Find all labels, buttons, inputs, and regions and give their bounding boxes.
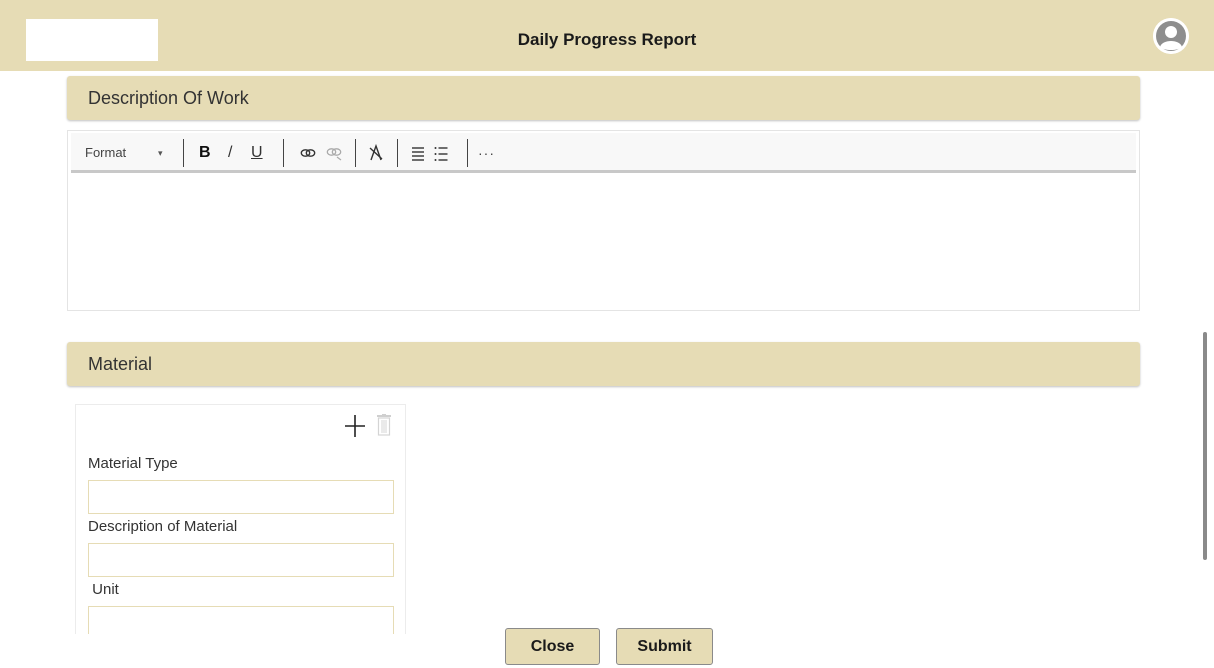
scrollbar-thumb[interactable] — [1203, 332, 1207, 560]
unit-input[interactable] — [88, 606, 394, 634]
format-dropdown[interactable]: Format — [85, 133, 126, 173]
toolbar-divider — [467, 139, 468, 167]
link-icon[interactable] — [299, 133, 317, 173]
editor-content-area[interactable] — [72, 177, 1135, 306]
plus-icon[interactable] — [344, 410, 366, 440]
material-description-label: Description of Material — [88, 518, 238, 535]
bold-button[interactable]: B — [199, 133, 211, 173]
toolbar-divider — [283, 139, 284, 167]
bullet-list-icon[interactable] — [410, 133, 426, 173]
toolbar-divider — [397, 139, 398, 167]
submit-button[interactable]: Submit — [616, 628, 713, 665]
material-description-input[interactable] — [88, 543, 394, 577]
material-type-input[interactable] — [88, 480, 394, 514]
close-button[interactable]: Close — [505, 628, 600, 665]
page-title: Daily Progress Report — [517, 30, 697, 49]
underline-button[interactable]: U — [251, 133, 263, 173]
section-header-material[interactable]: Material — [67, 342, 1140, 386]
material-type-label: Material Type — [88, 455, 178, 472]
top-bar: Daily Progress Report — [0, 0, 1214, 71]
unit-label: Unit — [88, 581, 119, 598]
unlink-icon[interactable] — [325, 133, 343, 173]
more-icon[interactable]: ··· — [478, 133, 495, 173]
chevron-down-icon[interactable]: ▾ — [158, 133, 163, 173]
section-header-description[interactable]: Description Of Work — [67, 76, 1140, 120]
trash-icon[interactable] — [376, 414, 392, 436]
editor-toolbar: Format ▾ B / U ··· — [71, 133, 1136, 173]
italic-button[interactable]: / — [228, 133, 232, 173]
numbered-list-icon[interactable] — [433, 133, 449, 173]
toolbar-divider — [183, 139, 184, 167]
toolbar-divider — [355, 139, 356, 167]
rich-text-editor[interactable]: Format ▾ B / U ··· — [67, 130, 1140, 311]
material-card: Material Type Description of Material Un… — [75, 404, 406, 634]
clear-format-icon[interactable] — [367, 133, 385, 173]
user-avatar-icon[interactable] — [1153, 18, 1189, 54]
